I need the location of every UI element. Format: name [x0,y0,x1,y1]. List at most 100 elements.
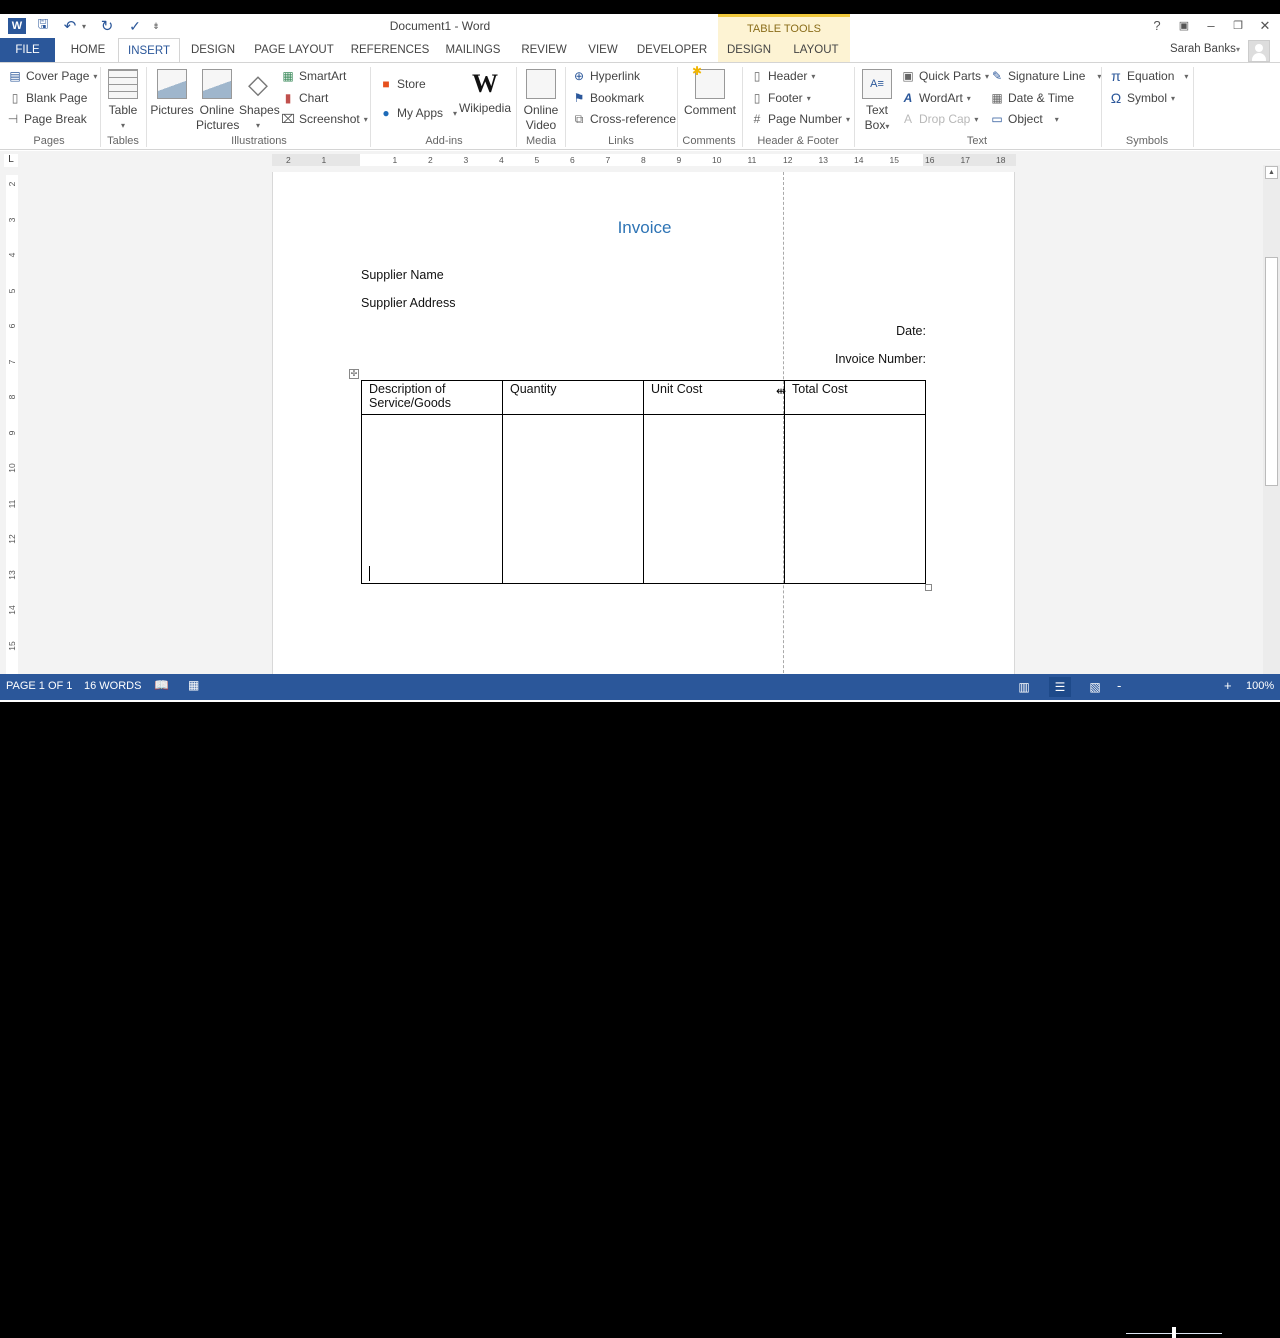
object-icon: ▭ [991,112,1003,126]
scrollbar-thumb[interactable] [1265,257,1278,486]
table-cell[interactable] [643,414,785,584]
supplier-address[interactable]: Supplier Address [361,296,456,310]
ribbon-display-options-icon[interactable]: ▣ [1171,17,1197,35]
group-label-tables: Tables [107,135,139,147]
ruler-tick-label: 12 [783,155,793,165]
tab-insert[interactable]: INSERT [118,38,180,63]
proofing-icon[interactable]: 📖 [154,678,169,692]
tab-references[interactable]: REFERENCES [350,38,430,62]
symbol-button[interactable]: Ω Symbol ▾ [1109,91,1175,105]
store-button[interactable]: ■ Store [379,77,425,91]
table-cell[interactable] [361,414,503,584]
table-cell[interactable] [784,414,926,584]
ruler-tick-label: 14 [7,605,17,615]
header-button[interactable]: ▯ Header ▾ [750,69,816,83]
close-icon[interactable]: ✕ [1252,17,1278,35]
online-pictures-button[interactable]: Online Pictures [196,69,239,133]
date-label[interactable]: Date: [860,324,926,338]
avatar[interactable] [1248,40,1270,62]
tab-developer[interactable]: DEVELOPER [636,38,708,62]
page-number-button[interactable]: # Page Number ▾ [750,112,850,126]
screenshot-button[interactable]: ⌧ Screenshot ▾ [281,112,368,126]
tab-mailings[interactable]: MAILINGS [440,38,506,62]
word-window: W 🖫 ↶ ▾ ↻ ✓ ⇟ Document1 - Word TABLE TOO… [0,14,1280,1338]
tab-home[interactable]: HOME [62,38,114,62]
drop-cap-button[interactable]: A Drop Cap ▾ [901,112,978,126]
read-mode-icon[interactable]: ▥ [1013,677,1035,697]
table-button[interactable]: Table ▾ [104,69,142,133]
minimize-icon[interactable]: – [1198,17,1224,35]
tab-page-layout[interactable]: PAGE LAYOUT [250,38,338,62]
zoom-in-button[interactable]: + [1224,678,1232,693]
print-layout-icon[interactable]: ☰ [1049,677,1071,697]
wordart-button[interactable]: A WordArt ▾ [901,91,971,105]
macro-recording-icon[interactable]: ▦ [188,678,199,692]
horizontal-ruler[interactable]: 2 1 1 2 3 4 5 6 7 8 9 10 11 12 13 14 15 16 17 18 [272,154,1016,166]
chart-button[interactable]: ▮ Chart [281,91,329,105]
text-box-button[interactable]: A≡ Text Box▾ [858,69,896,134]
cover-page-icon: ▤ [9,69,21,83]
user-account-name[interactable]: Sarah Banks [1170,43,1236,55]
help-icon[interactable]: ? [1144,17,1170,35]
header-unit-cost[interactable]: Unit Cost [643,380,785,415]
tab-table-design[interactable]: DESIGN [722,38,776,62]
bookmark-button[interactable]: ⚑ Bookmark [572,91,644,105]
ruler-tick-label: 17 [960,155,970,165]
cross-reference-button[interactable]: ⧉ Cross-reference [572,112,676,126]
equation-button[interactable]: π Equation ▾ [1109,69,1188,83]
header-quantity[interactable]: Quantity [502,380,644,415]
footer-button[interactable]: ▯ Footer ▾ [750,91,811,105]
page-break-button[interactable]: ⊣ Page Break [6,112,87,126]
web-layout-icon[interactable]: ▧ [1084,677,1106,697]
my-apps-button[interactable]: ● My Apps ▾ [379,106,457,120]
restore-icon[interactable]: ❐ [1225,17,1251,35]
group-label-links: Links [608,135,634,147]
quick-parts-button[interactable]: ▣ Quick Parts ▾ [901,69,989,83]
pictures-button[interactable]: Pictures [150,69,194,118]
tab-table-layout[interactable]: LAYOUT [788,38,844,62]
scroll-up-icon[interactable]: ▲ [1265,166,1278,179]
tab-selector[interactable]: L [4,154,18,167]
date-time-icon: ▦ [991,91,1003,105]
word-count[interactable]: 16 WORDS [84,680,141,692]
table-icon [108,69,138,99]
zoom-slider-thumb[interactable] [1172,1327,1176,1338]
header-description[interactable]: Description of Service/Goods [361,380,503,415]
ribbon-insert: ▤ Cover Page ▾ ▯ Blank Page ⊣ Page Break Pag… [0,62,1280,162]
tab-view[interactable]: VIEW [582,38,624,62]
comment-button[interactable]: ✱ Comment [682,64,738,118]
smartart-icon: ▦ [282,69,294,83]
shapes-button[interactable]: ◇ Shapes ▾ [239,69,280,133]
text-cursor [369,566,370,581]
table-cell[interactable] [502,414,644,584]
wikipedia-button[interactable]: W Wikipedia [458,67,512,116]
vertical-scrollbar[interactable]: ▲ ▼ [1263,165,1280,689]
signature-line-button[interactable]: ✎ Signature Line ▾ [990,69,1101,83]
table-move-handle-icon[interactable]: ✢ [349,369,359,379]
zoom-level[interactable]: 100% [1246,680,1274,692]
hyperlink-icon: ⊕ [573,69,585,83]
table-resize-handle[interactable] [925,584,932,591]
wikipedia-icon: W [472,69,498,98]
chart-icon: ▮ [284,91,292,105]
object-button[interactable]: ▭ Object ▾ [990,112,1058,126]
supplier-name[interactable]: Supplier Name [361,268,444,282]
blank-page-button[interactable]: ▯ Blank Page [8,91,88,105]
page-count[interactable]: PAGE 1 OF 1 [6,680,72,692]
status-bar: PAGE 1 OF 1 16 WORDS 📖 ▦ ▥ ☰ ▧ - + 100% [0,674,1280,1338]
online-video-button[interactable]: Online Video [520,69,562,133]
tab-design[interactable]: DESIGN [186,38,240,62]
account-dropdown-icon[interactable]: ▾ [1236,45,1240,54]
hyperlink-button[interactable]: ⊕ Hyperlink [572,69,640,83]
header-total-cost[interactable]: Total Cost [784,380,926,415]
ruler-tick-label: 10 [712,155,722,165]
tab-file[interactable]: FILE [0,38,55,62]
zoom-out-button[interactable]: - [1117,678,1121,693]
smartart-button[interactable]: ▦ SmartArt [281,69,346,83]
invoice-number-label[interactable]: Invoice Number: [800,352,926,366]
tab-review[interactable]: REVIEW [518,38,570,62]
cover-page-button[interactable]: ▤ Cover Page ▾ [8,69,97,83]
date-time-button[interactable]: ▦ Date & Time [990,91,1074,105]
ruler-tick-label: 18 [996,155,1006,165]
vertical-ruler[interactable]: 2 3 4 5 6 7 8 9 10 11 12 13 14 15 [6,175,18,687]
